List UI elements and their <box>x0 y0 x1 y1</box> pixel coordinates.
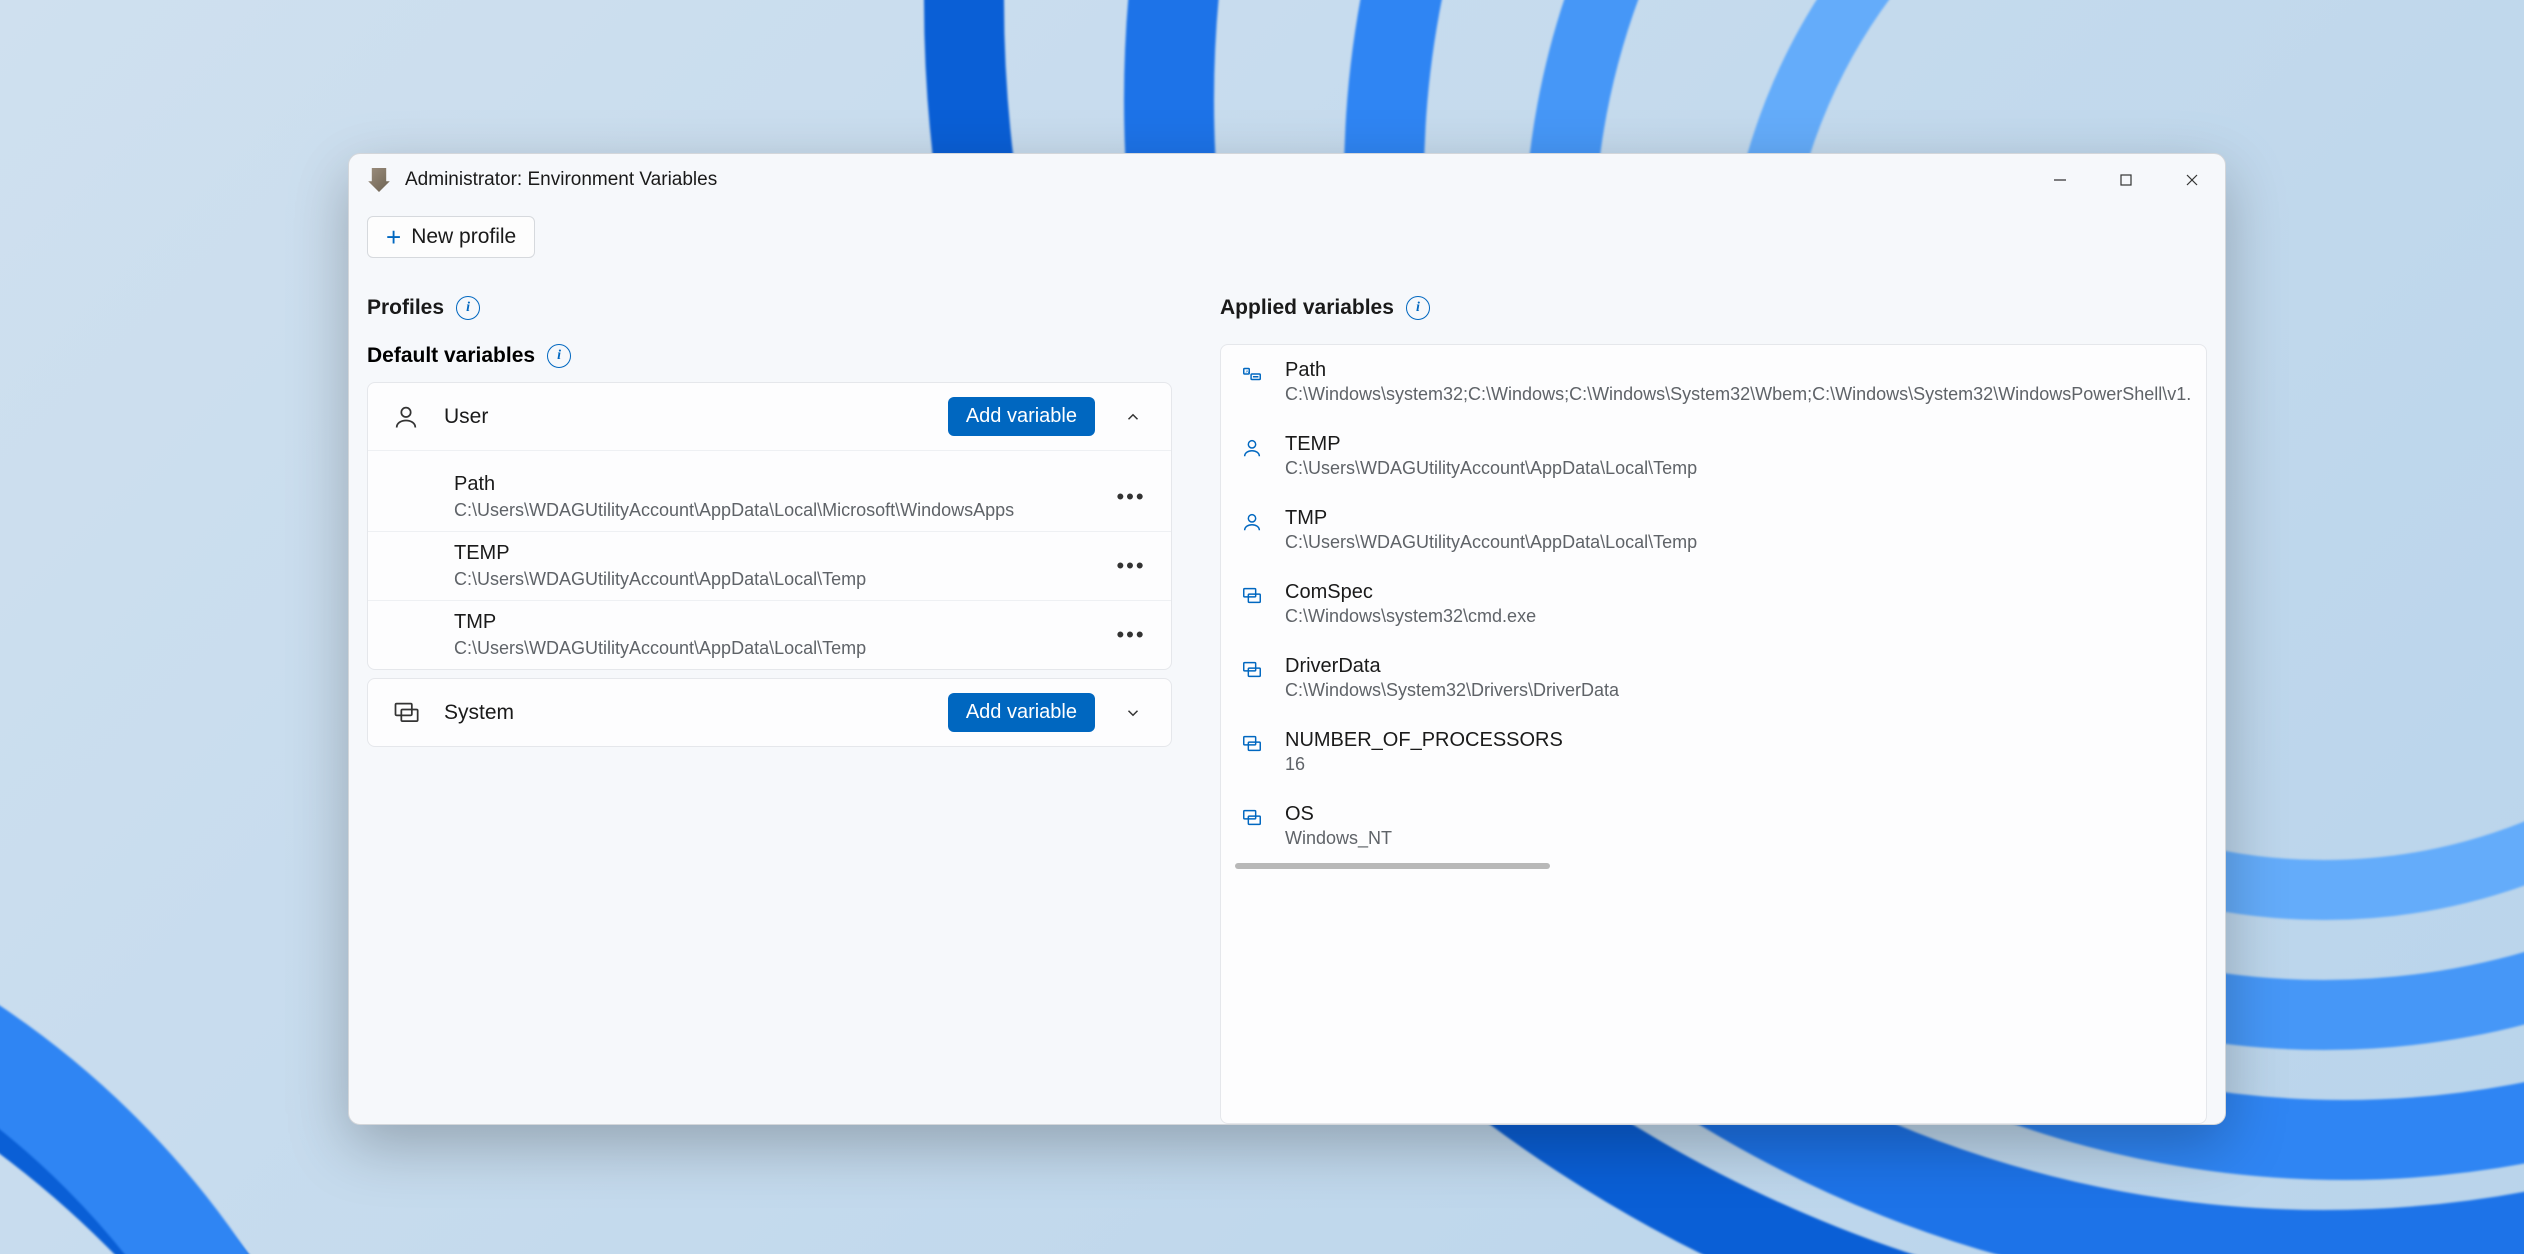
applied-variable-name: DriverData <box>1285 655 2190 678</box>
applied-variable-value: C:\Windows\System32\Drivers\DriverData <box>1285 680 2190 701</box>
system-icon <box>1237 729 1267 755</box>
applied-variables-list[interactable]: A Path C:\Windows\system32;C:\Windows;C:… <box>1220 344 2207 1124</box>
user-label: User <box>444 405 928 429</box>
user-variables-card: User Add variable Path C:\Users\WDAGUtil… <box>367 382 1172 670</box>
variable-text: Path C:\Users\WDAGUtilityAccount\AppData… <box>454 473 1099 521</box>
more-options-button[interactable]: ••• <box>1111 550 1151 582</box>
profiles-column: Profiles i Default variables i User Add … <box>367 296 1172 1124</box>
applied-variable-name: Path <box>1285 359 2190 382</box>
applied-variable-name: TMP <box>1285 507 2190 530</box>
applied-variable-name: OS <box>1285 803 2190 826</box>
close-button[interactable] <box>2159 154 2225 206</box>
ellipsis-icon: ••• <box>1116 555 1145 577</box>
new-profile-label: New profile <box>411 225 516 249</box>
more-options-button[interactable]: ••• <box>1111 619 1151 651</box>
system-card-header: System Add variable <box>368 679 1171 746</box>
applied-variable-row[interactable]: TEMP C:\Users\WDAGUtilityAccount\AppData… <box>1221 419 2206 493</box>
user-card-header: User Add variable <box>368 383 1171 450</box>
new-profile-button[interactable]: + New profile <box>367 216 535 258</box>
maximize-button[interactable] <box>2093 154 2159 206</box>
titlebar[interactable]: Administrator: Environment Variables <box>349 154 2225 206</box>
system-label: System <box>444 701 928 725</box>
collapse-user-button[interactable] <box>1115 408 1151 426</box>
applied-variable-row[interactable]: ComSpec C:\Windows\system32\cmd.exe <box>1221 567 2206 641</box>
applied-variable-value: C:\Windows\system32\cmd.exe <box>1285 606 2190 627</box>
variable-name: TEMP <box>454 542 1099 565</box>
applied-variable-name: TEMP <box>1285 433 2190 456</box>
system-icon <box>1237 803 1267 829</box>
expand-system-button[interactable] <box>1115 704 1151 722</box>
variable-name: Path <box>454 473 1099 496</box>
applied-variable-name: NUMBER_OF_PROCESSORS <box>1285 729 2190 752</box>
variable-text: TEMP C:\Users\WDAGUtilityAccount\AppData… <box>454 542 1099 590</box>
applied-variable-value: Windows_NT <box>1285 828 2190 849</box>
applied-variable-name: ComSpec <box>1285 581 2190 604</box>
content: Profiles i Default variables i User Add … <box>349 276 2225 1124</box>
applied-variable-value: 16 <box>1285 754 2190 775</box>
rename-icon: A <box>1237 359 1267 385</box>
minimize-button[interactable] <box>2027 154 2093 206</box>
applied-text: ComSpec C:\Windows\system32\cmd.exe <box>1285 581 2190 627</box>
more-options-button[interactable]: ••• <box>1111 481 1151 513</box>
default-variables-header: Default variables i <box>367 344 1172 368</box>
ellipsis-icon: ••• <box>1116 486 1145 508</box>
toolbar: + New profile <box>349 206 2225 276</box>
system-variables-card: System Add variable <box>367 678 1172 747</box>
system-icon <box>1237 655 1267 681</box>
variable-value: C:\Users\WDAGUtilityAccount\AppData\Loca… <box>454 569 1099 590</box>
applied-text: TEMP C:\Users\WDAGUtilityAccount\AppData… <box>1285 433 2190 479</box>
user-icon <box>1237 507 1267 533</box>
variable-row[interactable]: Path C:\Users\WDAGUtilityAccount\AppData… <box>368 450 1171 531</box>
applied-text: Path C:\Windows\system32;C:\Windows;C:\W… <box>1285 359 2190 405</box>
user-icon <box>1237 433 1267 459</box>
info-icon[interactable]: i <box>1406 296 1430 320</box>
applied-variable-row[interactable]: DriverData C:\Windows\System32\Drivers\D… <box>1221 641 2206 715</box>
applied-variable-value: C:\Windows\system32;C:\Windows;C:\Window… <box>1285 384 2190 405</box>
info-icon[interactable]: i <box>547 344 571 368</box>
environment-variables-window: Administrator: Environment Variables + N… <box>348 153 2226 1125</box>
applied-variable-value: C:\Users\WDAGUtilityAccount\AppData\Loca… <box>1285 532 2190 553</box>
variable-value: C:\Users\WDAGUtilityAccount\AppData\Loca… <box>454 638 1099 659</box>
applied-column: Applied variables i A Path C:\Windows\sy… <box>1220 296 2207 1124</box>
variable-value: C:\Users\WDAGUtilityAccount\AppData\Loca… <box>454 500 1099 521</box>
applied-variable-value: C:\Users\WDAGUtilityAccount\AppData\Loca… <box>1285 458 2190 479</box>
variable-name: TMP <box>454 611 1099 634</box>
horizontal-scrollbar[interactable] <box>1235 863 1550 869</box>
window-controls <box>2027 154 2225 206</box>
applied-variable-row[interactable]: A Path C:\Windows\system32;C:\Windows;C:… <box>1221 345 2206 419</box>
system-icon <box>1237 581 1267 607</box>
plus-icon: + <box>386 224 401 250</box>
system-icon <box>388 699 424 727</box>
applied-text: TMP C:\Users\WDAGUtilityAccount\AppData\… <box>1285 507 2190 553</box>
applied-variable-row[interactable]: TMP C:\Users\WDAGUtilityAccount\AppData\… <box>1221 493 2206 567</box>
applied-variable-row[interactable]: NUMBER_OF_PROCESSORS 16 <box>1221 715 2206 789</box>
add-variable-system-button[interactable]: Add variable <box>948 693 1095 732</box>
variable-row[interactable]: TMP C:\Users\WDAGUtilityAccount\AppData\… <box>368 600 1171 669</box>
applied-text: OS Windows_NT <box>1285 803 2190 849</box>
info-icon[interactable]: i <box>456 296 480 320</box>
window-title: Administrator: Environment Variables <box>405 169 717 191</box>
applied-text: NUMBER_OF_PROCESSORS 16 <box>1285 729 2190 775</box>
applied-variables-header: Applied variables i <box>1220 296 2207 320</box>
add-variable-user-button[interactable]: Add variable <box>948 397 1095 436</box>
applied-variable-row[interactable]: OS Windows_NT <box>1221 789 2206 863</box>
ellipsis-icon: ••• <box>1116 624 1145 646</box>
variable-row[interactable]: TEMP C:\Users\WDAGUtilityAccount\AppData… <box>368 531 1171 600</box>
user-icon <box>388 403 424 431</box>
profiles-header: Profiles i <box>367 296 1172 320</box>
variable-text: TMP C:\Users\WDAGUtilityAccount\AppData\… <box>454 611 1099 659</box>
applied-text: DriverData C:\Windows\System32\Drivers\D… <box>1285 655 2190 701</box>
app-icon <box>367 168 391 192</box>
